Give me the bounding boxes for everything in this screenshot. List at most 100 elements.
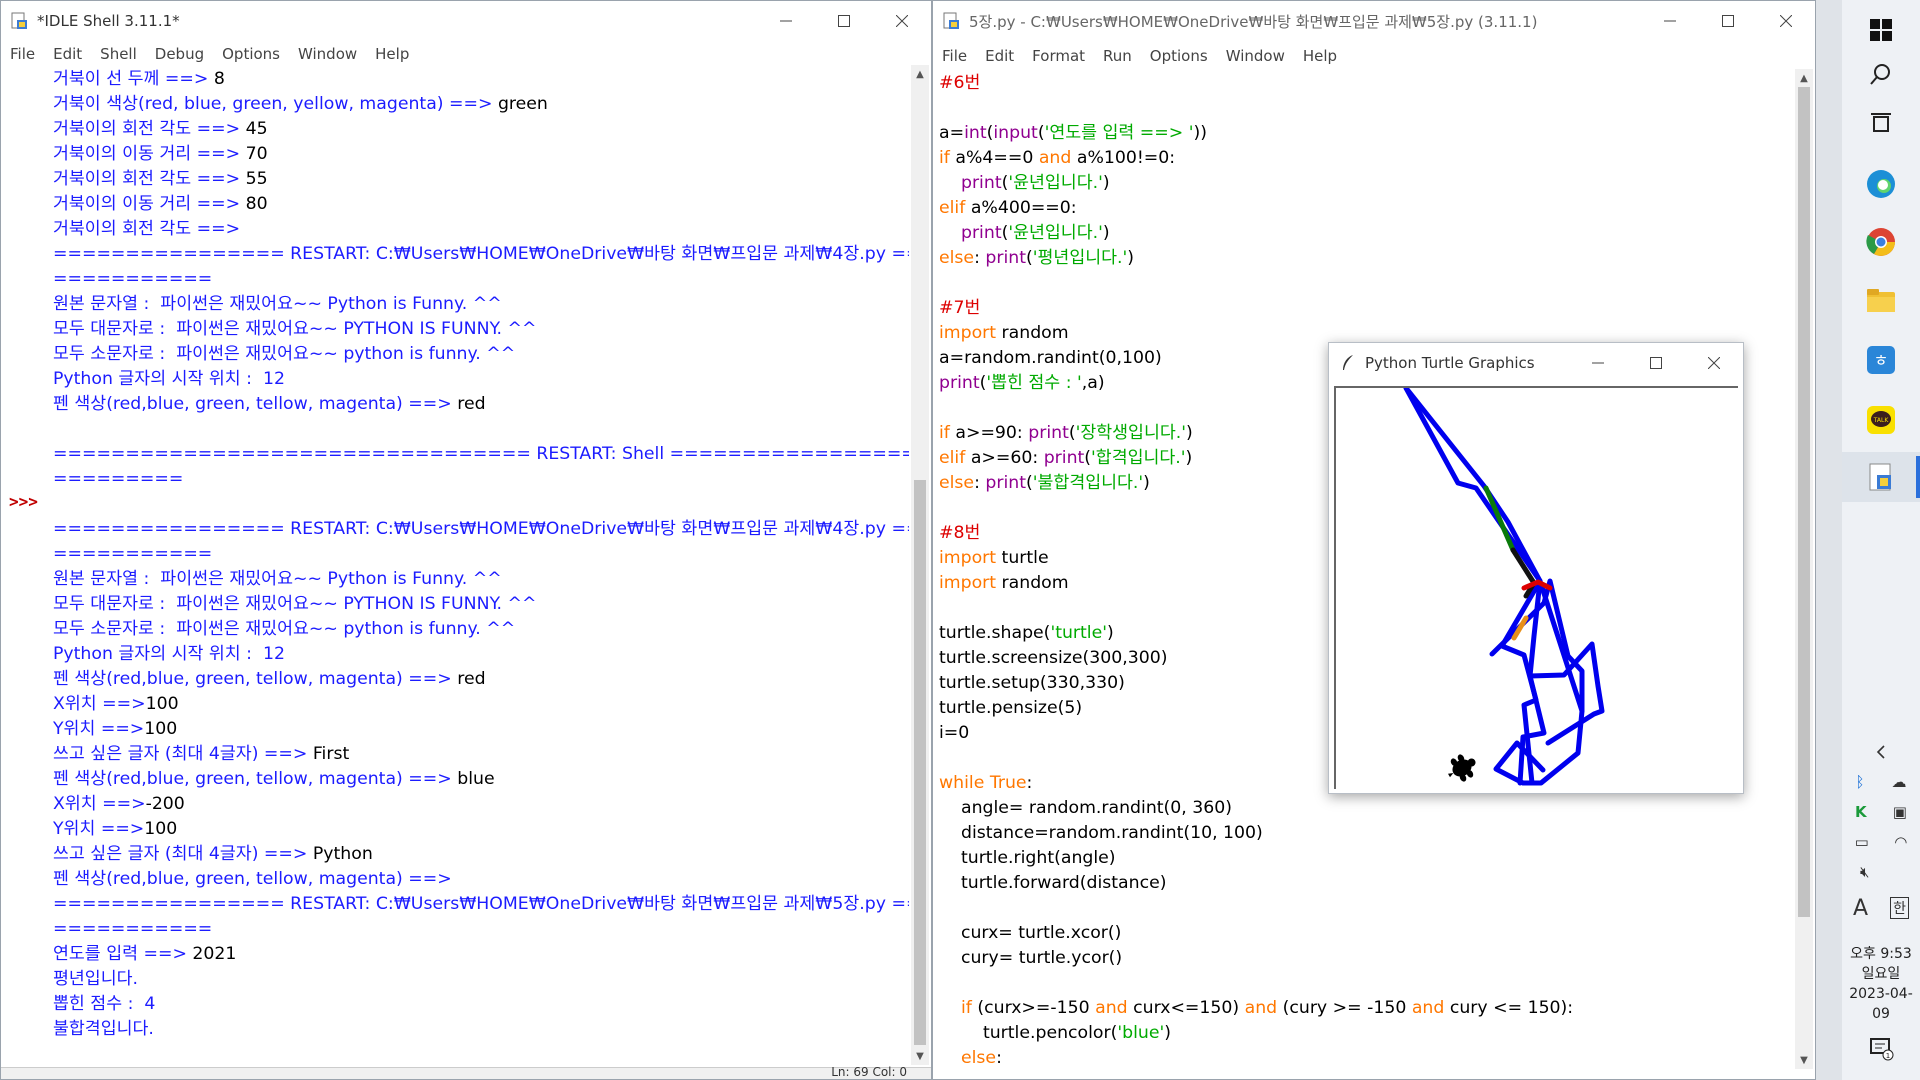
file-explorer-taskbar-button[interactable]	[1842, 278, 1920, 322]
scroll-up-icon[interactable]: ▲	[911, 65, 929, 83]
shell-menu-file[interactable]: File	[1, 45, 44, 63]
code-token: :	[1026, 773, 1033, 793]
shell-titlebar[interactable]: *IDLE Shell 3.11.1*	[1, 1, 931, 41]
editor-menu-edit[interactable]: Edit	[976, 47, 1023, 65]
task-view-button[interactable]	[1842, 104, 1920, 144]
shell-output-text: 원본 문자열 : 파이썬은 재밌어요~~ Python is Funny. ^^	[53, 294, 502, 314]
start-button[interactable]	[1842, 10, 1920, 50]
shell-output-line: 펜 색상(red,blue, green, tellow, magenta) =…	[53, 767, 909, 792]
onedrive-icon[interactable]: ☁	[1891, 773, 1906, 791]
shell-output-text: 거북이의 회전 각도 ==>	[53, 169, 246, 189]
code-token: print	[1043, 448, 1085, 468]
wifi-icon[interactable]: ◠	[1894, 833, 1907, 851]
ime-mode-indicator[interactable]: A	[1853, 896, 1868, 921]
svg-text:1: 1	[1886, 1052, 1890, 1060]
editor-scroll-thumb[interactable]	[1798, 87, 1810, 917]
k-app-icon[interactable]: K	[1855, 803, 1867, 821]
editor-menu-options[interactable]: Options	[1141, 47, 1217, 65]
shell-output-text: 거북이의 회전 각도 ==>	[53, 119, 246, 139]
turtle-canvas[interactable]	[1334, 386, 1738, 789]
edge-taskbar-button[interactable]	[1842, 162, 1920, 206]
minimize-button[interactable]	[1641, 1, 1699, 41]
shell-window-controls	[757, 1, 931, 41]
editor-titlebar[interactable]: 5장.py - C:₩Users₩HOME₩OneDrive₩바탕 화면₩프입문…	[933, 1, 1815, 41]
minimize-button[interactable]	[1569, 343, 1627, 383]
shell-output-line: Python 글자의 시작 위치 : 12	[53, 367, 909, 392]
code-token: turtle.screensize(300,300)	[939, 648, 1168, 668]
camera-icon[interactable]: ▣	[1893, 803, 1907, 821]
shell-menu-window[interactable]: Window	[289, 45, 366, 63]
code-token: print	[985, 473, 1027, 493]
svg-text:ㅎ: ㅎ	[1874, 351, 1889, 370]
shell-statusbar: Ln: 69 Col: 0	[1, 1065, 931, 1079]
shell-menu-help[interactable]: Help	[366, 45, 418, 63]
code-token: )	[1186, 423, 1193, 443]
tray-row-4: 🔇︎	[1842, 860, 1920, 884]
python-taskbar-button[interactable]	[1842, 452, 1920, 502]
code-line: print('윤년입니다.')	[939, 221, 1793, 246]
volume-muted-icon[interactable]: 🔇︎	[1860, 863, 1869, 881]
shell-user-input: 100	[145, 694, 179, 714]
bluetooth-icon[interactable]: ᛒ	[1855, 773, 1864, 791]
clock[interactable]: 오후 9:53 일요일 2023-04-09	[1842, 944, 1920, 1024]
code-token: turtle.pencolor(	[939, 1023, 1118, 1043]
hangul-office-icon: ㅎ	[1867, 346, 1895, 374]
code-line: distance=random.randint(10, 100)	[939, 821, 1793, 846]
chevron-left-icon	[1876, 745, 1885, 759]
search-button[interactable]	[1842, 54, 1920, 94]
code-line: a=int(input('연도를 입력 ==> '))	[939, 121, 1793, 146]
maximize-icon	[838, 15, 850, 27]
minimize-button[interactable]	[757, 1, 815, 41]
scroll-down-icon[interactable]: ▼	[1795, 1051, 1813, 1069]
editor-menu-format[interactable]: Format	[1023, 47, 1094, 65]
editor-scrollbar[interactable]: ▲ ▼	[1795, 69, 1813, 1069]
shell-menu-options[interactable]: Options	[213, 45, 289, 63]
shell-output-line: 쓰고 싶은 글자 (최대 4글자) ==> First	[53, 742, 909, 767]
code-token: '뽑힌 점수 : '	[986, 373, 1082, 393]
code-token: #7번	[939, 298, 981, 318]
code-token: a>=60:	[965, 448, 1044, 468]
scroll-up-icon[interactable]: ▲	[1795, 69, 1813, 87]
shell-scrollbar[interactable]: ▲ ▼	[911, 65, 929, 1065]
code-token: turtle.forward(distance)	[939, 873, 1167, 893]
tray-overflow-button[interactable]	[1842, 738, 1920, 766]
chrome-taskbar-button[interactable]	[1842, 220, 1920, 264]
close-icon	[1780, 15, 1792, 27]
editor-menu-file[interactable]: File	[933, 47, 976, 65]
shell-output-line: 펜 색상(red,blue, green, tellow, magenta) =…	[53, 392, 909, 417]
close-button[interactable]	[873, 1, 931, 41]
shell-menu-debug[interactable]: Debug	[146, 45, 213, 63]
close-button[interactable]	[1685, 343, 1743, 383]
code-token: curx<=150)	[1127, 998, 1245, 1018]
code-token: (curx>=-150	[971, 998, 1096, 1018]
shell-output-text: ================ RESTART: C:₩Users₩HOME₩…	[53, 519, 909, 539]
shell-output-text: 불합격입니다.	[53, 1019, 154, 1039]
ime-language-indicator[interactable]: 한	[1890, 897, 1909, 919]
shell-scroll-thumb[interactable]	[914, 480, 926, 1045]
python-file-icon	[1869, 463, 1891, 491]
shell-menu-edit[interactable]: Edit	[44, 45, 91, 63]
idle-shell-window: *IDLE Shell 3.11.1* File Edit Shell Debu…	[0, 0, 932, 1080]
scroll-down-icon[interactable]: ▼	[911, 1047, 929, 1065]
hangul-taskbar-button[interactable]: ㅎ	[1842, 338, 1920, 382]
editor-menu-window[interactable]: Window	[1217, 47, 1294, 65]
shell-output-text: 원본 문자열 : 파이썬은 재밌어요~~ Python is Funny. ^^	[53, 569, 502, 589]
maximize-button[interactable]	[1699, 1, 1757, 41]
code-token: int	[964, 123, 987, 143]
notification-center-button[interactable]: 1	[1842, 1030, 1920, 1066]
shell-output-text: 연도를 입력 ==>	[53, 944, 193, 964]
maximize-button[interactable]	[815, 1, 873, 41]
turtle-titlebar[interactable]: Python Turtle Graphics	[1329, 343, 1743, 383]
shell-output-line: 거북이 색상(red, blue, green, yellow, magenta…	[53, 92, 909, 117]
kakaotalk-taskbar-button[interactable]: TALK	[1842, 398, 1920, 442]
shell-menu-shell[interactable]: Shell	[91, 45, 146, 63]
maximize-button[interactable]	[1627, 343, 1685, 383]
shell-output-text: Y위치 ==>	[53, 819, 145, 839]
shell-output-text: 뽑힌 점수 : 4	[53, 994, 156, 1014]
shell-output-area[interactable]: 거북이 선 두께 ==> 8 거북이 색상(red, blue, green, y…	[53, 67, 909, 1059]
battery-icon[interactable]: ▭	[1855, 833, 1869, 851]
editor-menu-run[interactable]: Run	[1094, 47, 1141, 65]
close-button[interactable]	[1757, 1, 1815, 41]
editor-menu-help[interactable]: Help	[1294, 47, 1346, 65]
